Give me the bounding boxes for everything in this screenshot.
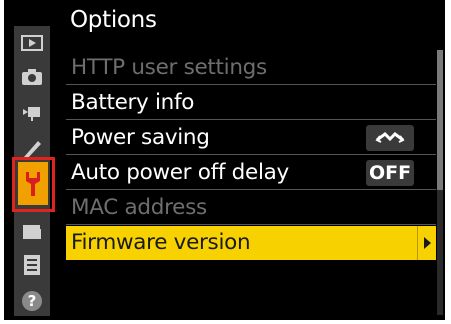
page-title: Options	[70, 7, 157, 33]
playback-icon[interactable]	[18, 30, 46, 56]
help-label: ?	[28, 292, 37, 310]
scrollbar-thumb[interactable]	[437, 50, 443, 190]
scrollbar[interactable]	[437, 50, 443, 315]
menu-item-battery-info[interactable]: Battery info	[66, 86, 436, 120]
retouch-icon[interactable]	[18, 218, 46, 244]
menu-item-mac-address[interactable]: MAC address	[66, 191, 436, 225]
menu-item-power-saving[interactable]: Power saving	[66, 121, 436, 155]
menu-item-http-user-settings[interactable]: HTTP user settings	[66, 51, 436, 85]
chevron-right-icon	[417, 226, 436, 260]
wrench-icon[interactable]	[18, 162, 48, 205]
menu-item-label: HTTP user settings	[71, 55, 267, 80]
menu-item-label: Power saving	[71, 125, 210, 150]
auto-power-off-value: OFF	[366, 160, 414, 186]
power-saving-icon	[366, 125, 414, 151]
options-menu: HTTP user settings Battery info Power sa…	[66, 51, 436, 261]
my-menu-icon[interactable]	[18, 252, 46, 278]
camera-icon[interactable]	[18, 64, 46, 90]
movie-icon[interactable]	[18, 100, 46, 126]
menu-item-label: MAC address	[71, 195, 207, 220]
help-icon[interactable]: ?	[18, 288, 46, 314]
camera-screen: ? Options HTTP user settings Battery inf…	[4, 0, 445, 320]
menu-item-label: Auto power off delay	[71, 160, 289, 185]
menu-item-auto-power-off-delay[interactable]: Auto power off delay OFF	[66, 156, 436, 190]
menu-item-firmware-version[interactable]: Firmware version	[66, 226, 436, 260]
menu-item-label: Battery info	[71, 90, 195, 115]
menu-item-label: Firmware version	[71, 230, 251, 255]
